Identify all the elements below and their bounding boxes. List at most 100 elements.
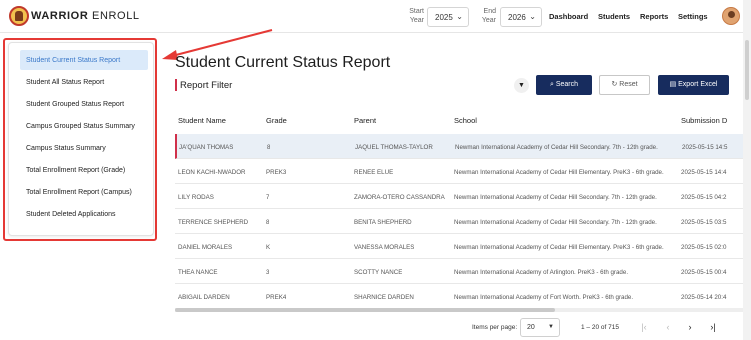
sidebar-item-total-enrollment-campus[interactable]: Total Enrollment Report (Campus)	[20, 182, 148, 202]
export-button-label: Export Excel	[678, 81, 718, 88]
sidebar-item-student-deleted-applications[interactable]: Student Deleted Applications	[20, 204, 148, 224]
cell-parent: ZAMORA-OTERO CASSANDRA	[354, 194, 445, 201]
sidebar-item-student-current-status-report[interactable]: Student Current Status Report	[20, 50, 148, 70]
search-icon: ⌕	[549, 81, 554, 88]
cell-submission-date: 2025-05-14 20:4	[681, 294, 727, 301]
reset-button-label: Reset	[619, 81, 638, 88]
column-header-school[interactable]: School	[454, 116, 477, 125]
nav-settings[interactable]: Settings	[678, 12, 708, 21]
cell-school: Newman International Academy of Cedar Hi…	[454, 244, 664, 251]
chevron-down-icon: ⌄	[456, 12, 463, 21]
next-page-icon[interactable]: ›	[683, 320, 697, 334]
search-button-label: Search	[555, 81, 579, 88]
cell-grade: PREK3	[266, 169, 287, 176]
cell-submission-date: 2025-05-15 14:4	[681, 169, 727, 176]
sidebar-item-student-grouped-status-report[interactable]: Student Grouped Status Report	[20, 94, 148, 114]
start-year-value: 2025	[435, 13, 453, 22]
table-row[interactable]: THEA NANCE 3 SCOTTY NANCE Newman Interna…	[175, 259, 743, 284]
report-sidebar: Student Current Status Report Student Al…	[8, 42, 154, 236]
table-row[interactable]: TERRENCE SHEPHERD 8 BENITA SHEPHERD Newm…	[175, 209, 743, 234]
cell-submission-date: 2025-05-15 04:2	[681, 194, 727, 201]
cell-school: Newman International Academy of Cedar Hi…	[454, 169, 664, 176]
last-page-icon[interactable]: ›|	[706, 320, 720, 334]
pagination-range: 1 – 20 of 715	[581, 324, 619, 331]
end-year-label-line1: End	[483, 8, 496, 15]
sidebar-item-student-all-status-report[interactable]: Student All Status Report	[20, 72, 148, 92]
cell-student-name: TERRENCE SHEPHERD	[178, 219, 249, 226]
page-title: Student Current Status Report	[175, 54, 391, 71]
sidebar-item-campus-status-summary[interactable]: Campus Status Summary	[20, 138, 148, 158]
first-page-icon[interactable]: |‹	[637, 320, 651, 334]
report-filter-title: Report Filter	[180, 80, 233, 91]
cell-parent: JAQUEL THOMAS-TAYLOR	[355, 144, 433, 151]
table-row[interactable]: LEON KACHI-NWADOR PREK3 RENEE ELUE Newma…	[175, 159, 743, 184]
brand-bold: WARRIOR	[31, 10, 89, 22]
caret-down-icon: ▼	[548, 324, 554, 330]
cell-student-name: JA'QUAN THOMAS	[179, 144, 234, 151]
start-year-select[interactable]: 2025 ⌄	[427, 7, 469, 27]
start-year-label-line2: Year	[409, 17, 424, 24]
cell-parent: SCOTTY NANCE	[354, 269, 403, 276]
end-year-value: 2026	[508, 13, 526, 22]
cell-grade: K	[266, 244, 271, 251]
nav-reports[interactable]: Reports	[640, 12, 668, 21]
warrior-logo-icon[interactable]	[9, 6, 29, 26]
cell-student-name: DANIEL MORALES	[178, 244, 233, 251]
column-header-parent[interactable]: Parent	[354, 116, 376, 125]
cell-submission-date: 2025-05-15 02:0	[681, 244, 727, 251]
chevron-down-icon: ⌄	[529, 12, 536, 21]
reset-button[interactable]: ↻ Reset	[599, 75, 650, 95]
brand-name[interactable]: WARRIOR ENROLL	[31, 10, 140, 22]
items-per-page-label: Items per page:	[472, 324, 518, 331]
search-button[interactable]: ⌕ Search	[536, 75, 592, 95]
cell-school: Newman International Academy of Cedar Hi…	[454, 219, 657, 226]
table-row[interactable]: JA'QUAN THOMAS 8 JAQUEL THOMAS-TAYLOR Ne…	[175, 134, 743, 159]
cell-submission-date: 2025-05-15 14:5	[682, 144, 728, 151]
cell-student-name: LEON KACHI-NWADOR	[178, 169, 246, 176]
start-year-label: Start Year	[404, 7, 424, 25]
cell-student-name: ABIGAIL DARDEN	[178, 294, 230, 301]
end-year-label: End Year	[478, 7, 496, 25]
start-year-label-line1: Start	[409, 8, 424, 15]
cell-parent: VANESSA MORALES	[354, 244, 415, 251]
column-header-submission-date[interactable]: Submission D	[681, 116, 727, 125]
user-avatar[interactable]	[722, 7, 740, 25]
column-header-grade[interactable]: Grade	[266, 116, 287, 125]
cell-submission-date: 2025-05-15 03:5	[681, 219, 727, 226]
cell-school: Newman International Academy of Arlingto…	[454, 269, 629, 276]
end-year-label-line2: Year	[481, 17, 496, 24]
vertical-scrollbar[interactable]	[743, 0, 751, 340]
table-row[interactable]: DANIEL MORALES K VANESSA MORALES Newman …	[175, 234, 743, 259]
cell-grade: 8	[266, 219, 270, 226]
table-row[interactable]: ABIGAIL DARDEN PREK4 SHARNICE DARDEN New…	[175, 284, 743, 309]
column-header-student-name[interactable]: Student Name	[178, 116, 226, 125]
cell-student-name: LILY RODAS	[178, 194, 214, 201]
filter-accent-bar	[175, 79, 177, 91]
sidebar-item-campus-grouped-status-summary[interactable]: Campus Grouped Status Summary	[20, 116, 148, 136]
items-per-page-select[interactable]: 20 ▼	[520, 318, 560, 337]
spreadsheet-icon: ▤	[669, 81, 677, 88]
top-bar: WARRIOR ENROLL Start Year 2025 ⌄ End Yea…	[0, 0, 751, 33]
cell-grade: PREK4	[266, 294, 287, 301]
cell-parent: RENEE ELUE	[354, 169, 394, 176]
nav-students[interactable]: Students	[598, 12, 630, 21]
cell-parent: BENITA SHEPHERD	[354, 219, 412, 226]
export-excel-button[interactable]: ▤ Export Excel	[658, 75, 729, 95]
end-year-select[interactable]: 2026 ⌄	[500, 7, 542, 27]
cell-school: Newman International Academy of Cedar Hi…	[454, 194, 657, 201]
nav-dashboard[interactable]: Dashboard	[549, 12, 588, 21]
cell-grade: 7	[266, 194, 270, 201]
cell-student-name: THEA NANCE	[178, 269, 218, 276]
cell-submission-date: 2025-05-15 00:4	[681, 269, 727, 276]
horizontal-scrollbar[interactable]	[175, 308, 743, 312]
sidebar-item-total-enrollment-grade[interactable]: Total Enrollment Report (Grade)	[20, 160, 148, 180]
cell-grade: 3	[266, 269, 270, 276]
cell-school: Newman International Academy of Cedar Hi…	[455, 144, 658, 151]
refresh-icon: ↻	[611, 81, 618, 88]
filter-toggle-button[interactable]: ▼	[514, 78, 529, 93]
cell-grade: 8	[267, 144, 271, 151]
table-row[interactable]: LILY RODAS 7 ZAMORA-OTERO CASSANDRA Newm…	[175, 184, 743, 209]
previous-page-icon[interactable]: ‹	[661, 320, 675, 334]
filter-funnel-icon: ▼	[518, 82, 525, 89]
brand-light: ENROLL	[92, 10, 140, 22]
